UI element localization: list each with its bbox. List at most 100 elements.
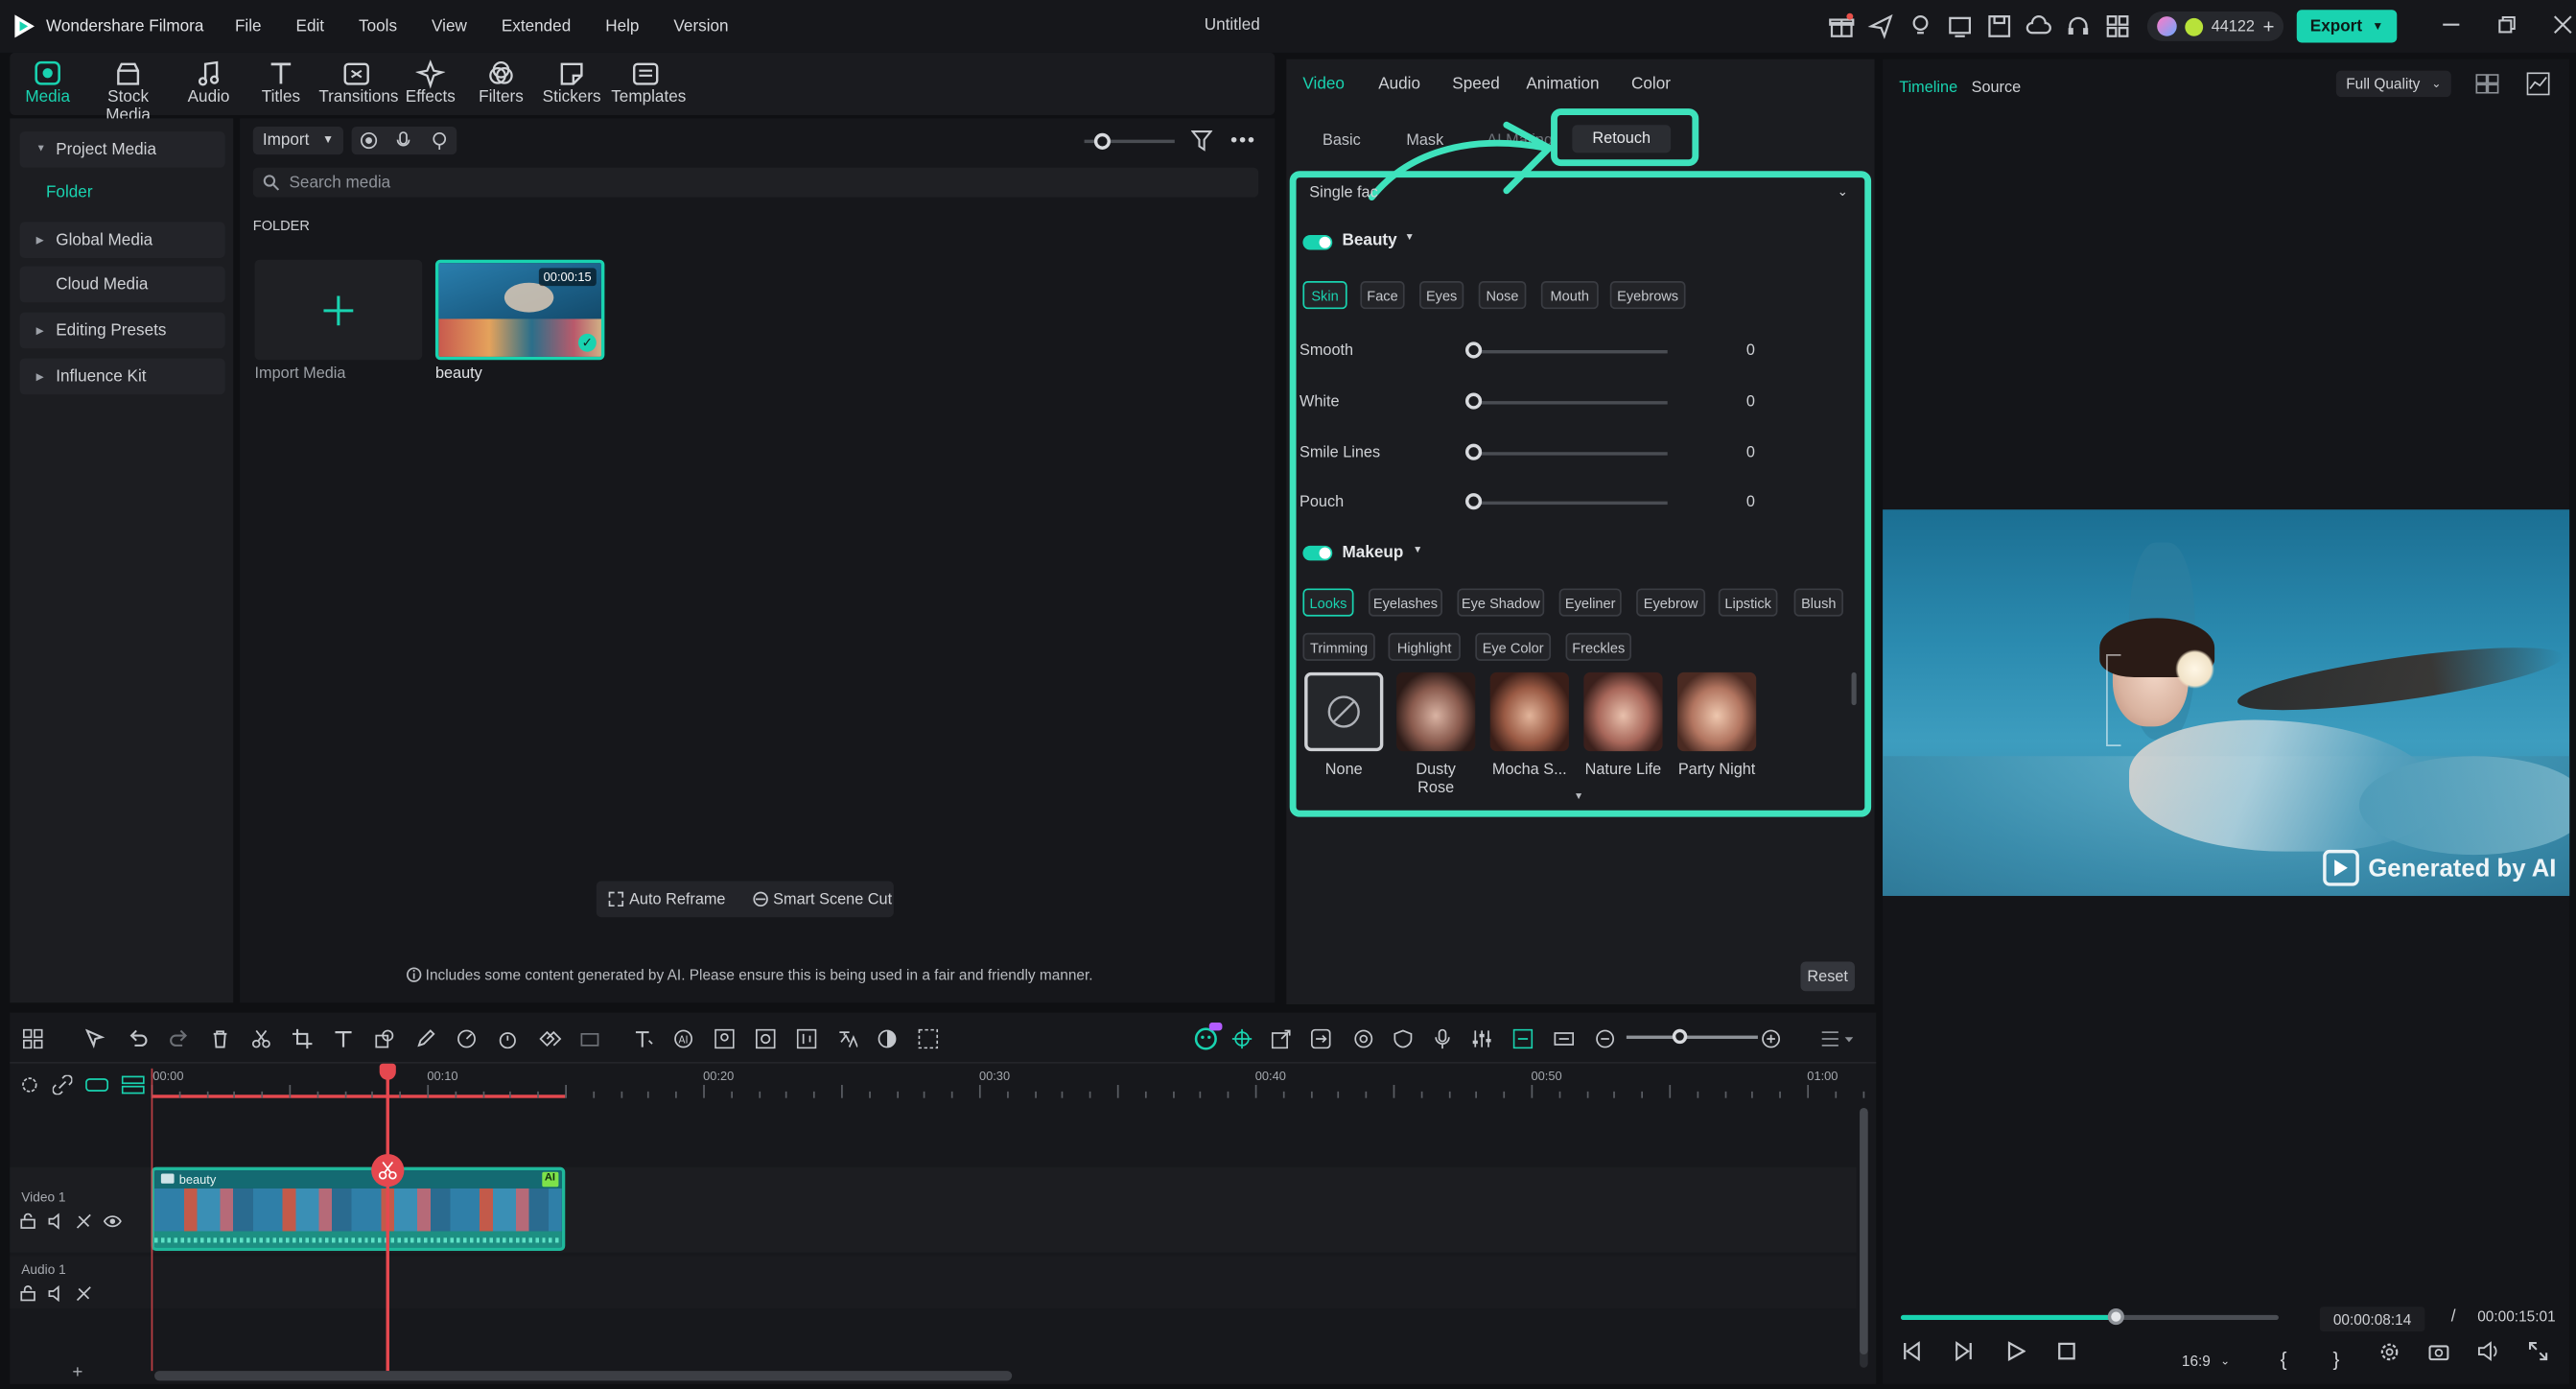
playback-progress[interactable] [1900, 1308, 2279, 1326]
current-time[interactable]: 00:00:08:14 [2319, 1307, 2425, 1332]
white-slider[interactable] [1470, 401, 1668, 405]
link-icon[interactable] [52, 1074, 73, 1095]
grid-menu-icon[interactable] [1820, 1029, 1854, 1049]
pen-icon[interactable] [415, 1029, 435, 1049]
send-icon[interactable] [1866, 12, 1896, 41]
menu-extended[interactable]: Extended [502, 17, 571, 35]
snap-icon[interactable] [1512, 1028, 1534, 1049]
volume-icon[interactable] [2477, 1341, 2498, 1361]
ai-effects-icon[interactable] [755, 1028, 776, 1049]
smooth-slider-handle[interactable] [1464, 341, 1483, 359]
smile-lines-slider-handle[interactable] [1464, 443, 1483, 460]
ai-smart-cutout-icon[interactable] [1231, 1028, 1253, 1049]
export-button[interactable]: Export ▼ [2296, 10, 2398, 43]
chip-eyebrow[interactable]: Eyebrow [1636, 588, 1706, 617]
zoom-out-icon[interactable] [1595, 1029, 1615, 1049]
tab-timeline[interactable]: Timeline [1899, 79, 1957, 97]
fit-timeline-icon[interactable] [1554, 1029, 1575, 1049]
menu-edit[interactable]: Edit [296, 17, 325, 35]
play-icon[interactable] [2006, 1341, 2026, 1361]
ai-portrait-icon[interactable] [714, 1028, 735, 1049]
stop-icon[interactable] [2057, 1341, 2077, 1361]
chip-eyelashes[interactable]: Eyelashes [1368, 588, 1443, 617]
select-tool-icon[interactable] [85, 1028, 105, 1049]
chip-eyeliner[interactable]: Eyeliner [1558, 588, 1622, 617]
look-party-night[interactable]: Party Night [1676, 671, 1757, 779]
chip-eyes[interactable]: Eyes [1419, 281, 1464, 310]
grid-view-icon[interactable] [2475, 74, 2499, 94]
smile-lines-value[interactable]: 0 [1746, 444, 1755, 462]
import-media-tile[interactable] [254, 259, 423, 361]
save-icon[interactable] [1984, 12, 2014, 41]
stabilize-icon[interactable] [918, 1028, 939, 1049]
plus-icon[interactable]: + [2263, 14, 2275, 37]
sidebar-item-global-media[interactable]: ▶ Global Media [19, 222, 225, 259]
tab-animation[interactable]: Animation [1526, 76, 1599, 94]
smooth-value[interactable]: 0 [1746, 341, 1755, 360]
tool-templates[interactable]: Templates [611, 59, 686, 106]
tool-titles[interactable]: Titles [256, 59, 305, 106]
ai-text-icon[interactable] [634, 1029, 654, 1049]
replace-icon[interactable] [1310, 1028, 1331, 1049]
look-mocha[interactable]: Mocha S... [1489, 671, 1569, 779]
sidebar-item-project-media[interactable]: ▼ Project Media [19, 131, 225, 168]
chip-freckles[interactable]: Freckles [1565, 632, 1632, 661]
mixer-icon[interactable] [1472, 1029, 1492, 1049]
layout-icon[interactable] [22, 1028, 43, 1049]
look-dusty-rose[interactable]: Dusty Rose [1396, 671, 1476, 797]
search-input[interactable]: Search media [252, 167, 1259, 198]
pouch-slider-handle[interactable] [1464, 493, 1483, 510]
voiceover-icon[interactable] [430, 131, 448, 150]
pouch-value[interactable]: 0 [1746, 493, 1755, 511]
menu-help[interactable]: Help [605, 17, 639, 35]
expand-down-icon[interactable]: ▼ [1574, 792, 1583, 802]
chip-nose[interactable]: Nose [1478, 281, 1527, 310]
crop-icon[interactable] [292, 1028, 313, 1049]
menu-file[interactable]: File [235, 17, 262, 35]
speed-icon[interactable] [457, 1029, 477, 1049]
credits-badge[interactable]: 44122 + [2146, 11, 2284, 41]
timer-icon[interactable] [498, 1029, 518, 1049]
tool-stickers[interactable]: Stickers [542, 59, 601, 106]
tab-color[interactable]: Color [1631, 76, 1671, 94]
mute-edit-icon[interactable] [76, 1285, 92, 1302]
playhead[interactable] [386, 1068, 389, 1372]
split-scissors-icon[interactable] [371, 1153, 405, 1188]
settings-gear-icon[interactable] [2378, 1340, 2400, 1361]
record-icon[interactable] [360, 131, 378, 150]
add-track-icon[interactable]: + [72, 1363, 82, 1383]
makeup-toggle[interactable] [1302, 545, 1333, 561]
smooth-slider[interactable] [1470, 349, 1668, 354]
auto-reframe-button[interactable]: Auto Reframe [608, 890, 726, 908]
tab-source[interactable]: Source [1972, 79, 2022, 97]
track-settings-icon[interactable] [20, 1075, 40, 1095]
beauty-toggle[interactable] [1302, 235, 1333, 250]
chip-lipstick[interactable]: Lipstick [1718, 588, 1778, 617]
undo-icon[interactable] [129, 1029, 149, 1049]
sidebar-item-editing-presets[interactable]: ▶ Editing Presets [19, 312, 225, 349]
chart-icon[interactable] [2526, 72, 2550, 96]
shield-icon[interactable] [1393, 1029, 1414, 1049]
lock-icon[interactable] [20, 1212, 36, 1230]
ai-copilot-icon[interactable] [1193, 1022, 1223, 1052]
chip-face[interactable]: Face [1360, 281, 1405, 310]
timeline-vertical-scrollbar[interactable] [1860, 1107, 1868, 1368]
tab-speed[interactable]: Speed [1452, 76, 1500, 94]
chip-eyebrows[interactable]: Eyebrows [1609, 281, 1686, 310]
lightbulb-icon[interactable] [1906, 12, 1935, 41]
menu-view[interactable]: View [432, 17, 467, 35]
timeline-clip-beauty[interactable]: beauty AI [151, 1166, 566, 1252]
keyframe-icon[interactable] [539, 1029, 562, 1049]
split-scissors-icon[interactable] [251, 1029, 271, 1049]
minimize-icon[interactable] [2442, 14, 2462, 35]
next-frame-icon[interactable] [1954, 1341, 1974, 1361]
monitor-icon[interactable] [1945, 12, 1975, 41]
aspect-ratio-select[interactable]: 16:9 ⌄ [2182, 1350, 2248, 1373]
ai-audio-icon[interactable] [796, 1028, 817, 1049]
snapshot-icon[interactable] [2428, 1341, 2449, 1361]
chip-looks[interactable]: Looks [1302, 588, 1354, 617]
import-dropdown[interactable]: Import ▼ [252, 126, 344, 155]
time-ruler[interactable]: 00:00 00:10 00:20 00:30 00:40 00:50 01:0… [151, 1062, 1864, 1101]
gift-icon[interactable] [1827, 12, 1857, 41]
preview-video-frame[interactable]: Generated by AI [1883, 509, 2570, 896]
